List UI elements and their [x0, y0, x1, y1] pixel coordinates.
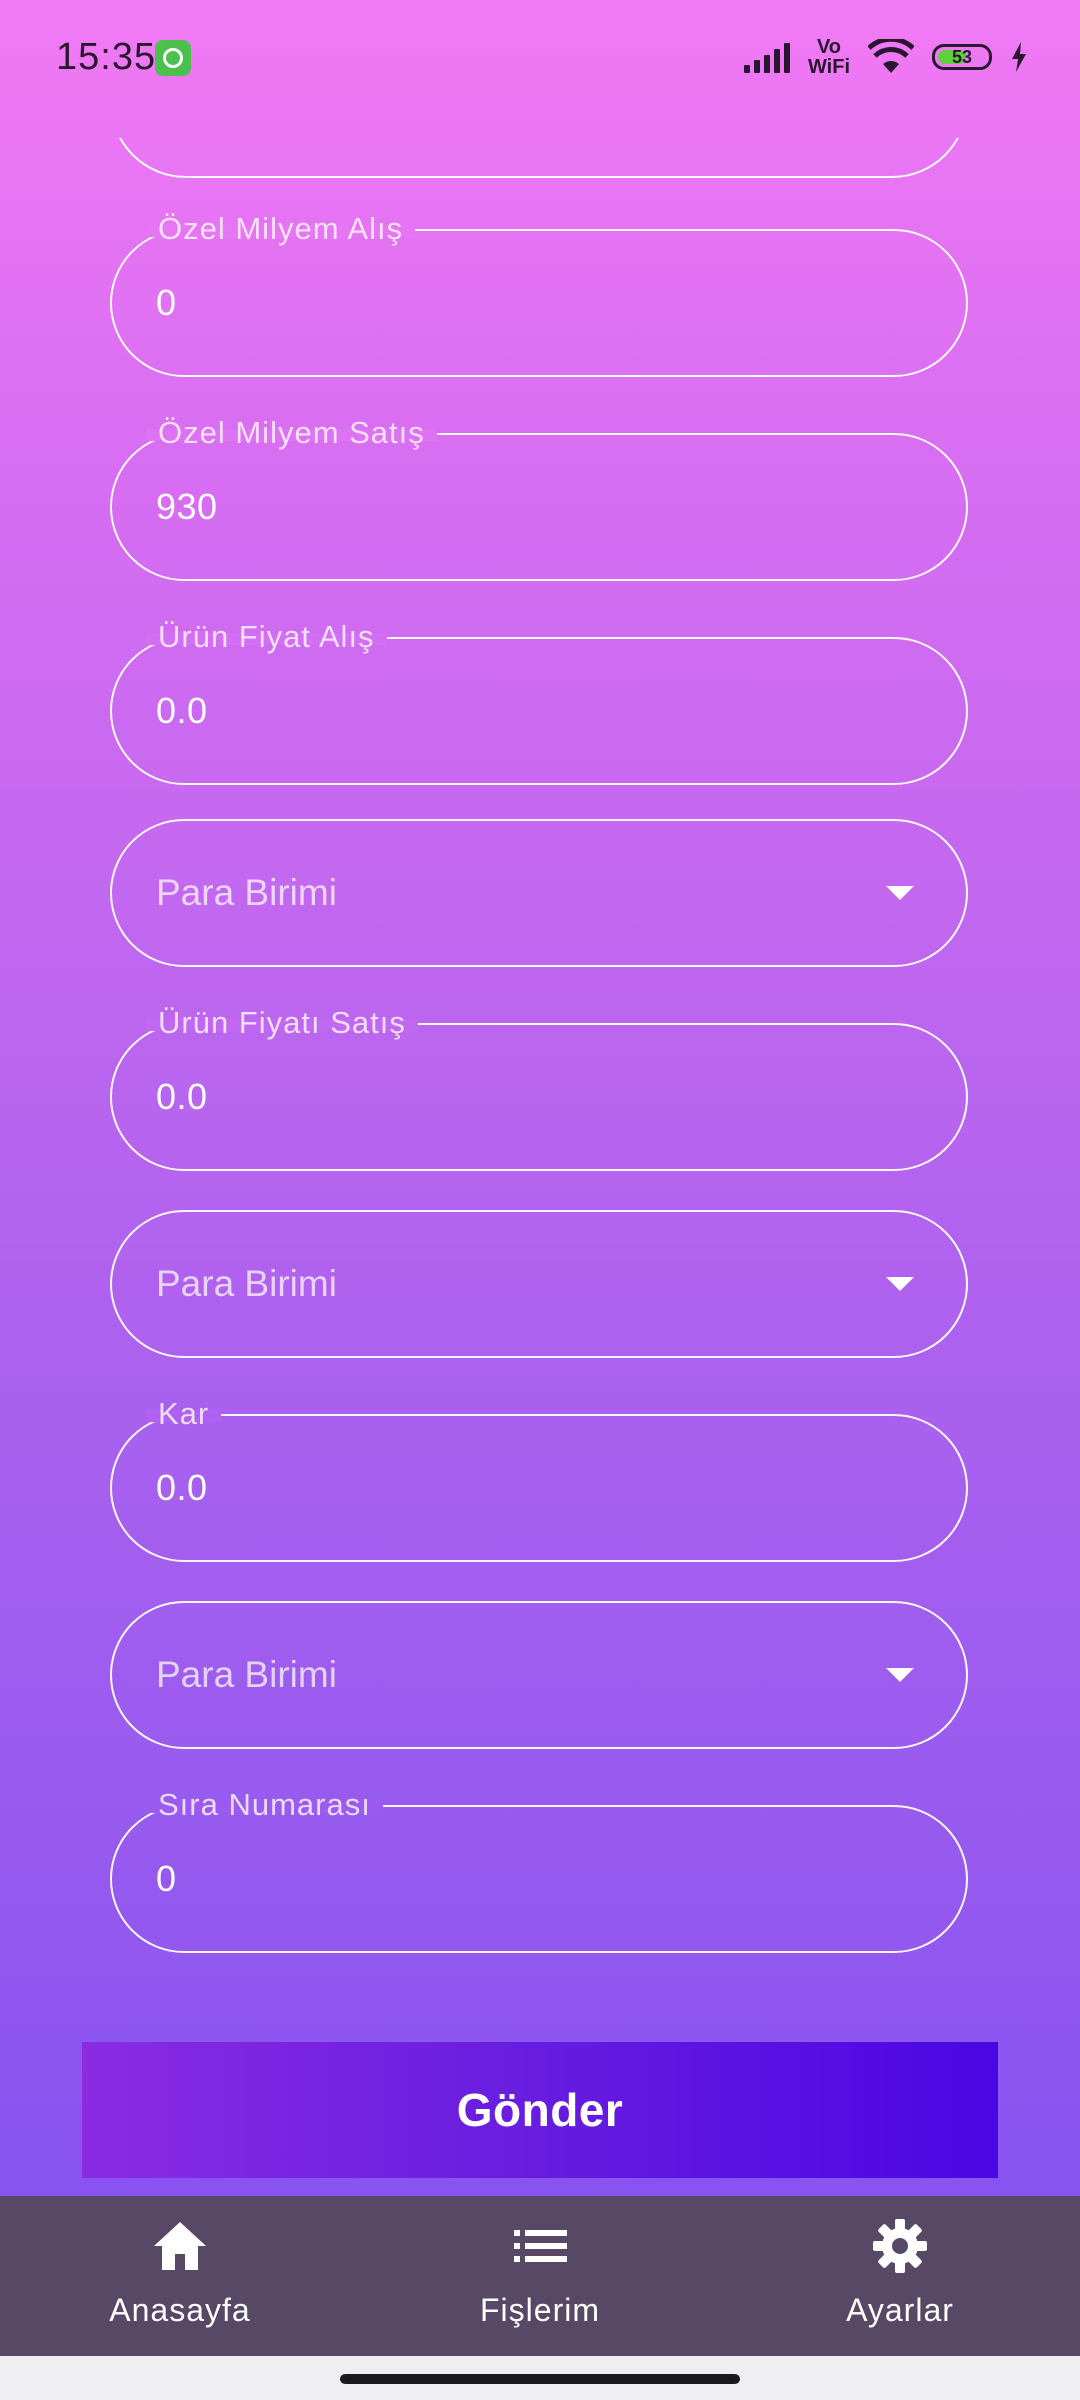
list-icon	[514, 2230, 567, 2262]
dropdown-placeholder: Para Birimi	[156, 1654, 337, 1695]
field-value[interactable]: 0	[156, 1858, 177, 1900]
field-label: Ürün Fiyat Alış	[158, 619, 375, 654]
nav-item-receipts[interactable]: Fişlerim	[410, 2196, 670, 2356]
ozel-milyem-satis-field[interactable]: Özel Milyem Satış 930	[110, 415, 968, 581]
dropdown-arrow-icon	[886, 886, 914, 900]
field-label: Özel Milyem Alış	[158, 211, 404, 246]
field-label: Özel Milyem Satış	[158, 415, 425, 450]
app-notification-icon	[155, 40, 191, 76]
system-gesture-area	[0, 2356, 1080, 2400]
field-value[interactable]: 0	[156, 282, 177, 324]
dropdown-placeholder: Para Birimi	[156, 872, 337, 913]
dropdown-placeholder: Para Birimi	[156, 1263, 337, 1304]
field-value[interactable]: 0.0	[156, 690, 208, 732]
para-birimi-dropdown-satis[interactable]: Para Birimi	[110, 1210, 968, 1358]
field-label: Kar	[158, 1396, 210, 1431]
para-birimi-dropdown-alis[interactable]: Para Birimi	[110, 819, 968, 967]
dropdown-arrow-icon	[886, 1277, 914, 1291]
bottom-navigation: Anasayfa Fişlerim Ayarlar	[0, 2196, 1080, 2356]
field-value[interactable]: 0.0	[156, 1076, 208, 1118]
urun-fiyati-satis-field[interactable]: Ürün Fiyatı Satış 0.0	[110, 1005, 968, 1171]
dropdown-arrow-icon	[886, 1668, 914, 1682]
vowifi-top-text: Vo	[816, 36, 842, 58]
gesture-handle[interactable]	[340, 2374, 740, 2384]
field-value[interactable]: 930	[156, 486, 218, 528]
gear-icon	[873, 2219, 927, 2273]
home-icon	[154, 2222, 206, 2270]
nav-label: Anasayfa	[109, 2292, 251, 2328]
nav-item-settings[interactable]: Ayarlar	[770, 2196, 1030, 2356]
field-label: Sıra Numarası	[158, 1787, 371, 1822]
status-time: 15:35	[56, 36, 157, 78]
status-icons: Vo WiFi 53	[743, 34, 1028, 80]
field-value[interactable]: 0.0	[156, 1467, 208, 1509]
battery-level: 53	[951, 46, 973, 67]
vowifi-icon: Vo WiFi	[808, 37, 850, 77]
wifi-icon	[868, 39, 914, 73]
field-label: Ürün Fiyatı Satış	[158, 1005, 406, 1040]
kar-field[interactable]: Kar 0.0	[110, 1396, 968, 1562]
charging-icon	[1012, 42, 1026, 72]
battery-icon: 53	[932, 44, 992, 70]
nav-label: Fişlerim	[480, 2292, 600, 2328]
status-bar: 15:35 Vo WiFi 53	[0, 0, 1080, 110]
signal-icon	[743, 41, 790, 73]
urun-fiyat-alis-field[interactable]: Ürün Fiyat Alış 0.0	[110, 619, 968, 785]
para-birimi-dropdown-kar[interactable]: Para Birimi	[110, 1601, 968, 1749]
nav-item-home[interactable]: Anasayfa	[50, 2196, 310, 2356]
ozel-milyem-alis-field[interactable]: Özel Milyem Alış 0	[110, 211, 968, 377]
sira-numarasi-field[interactable]: Sıra Numarası 0	[110, 1787, 968, 1953]
vowifi-bottom-text: WiFi	[807, 56, 850, 78]
submit-button[interactable]: Gönder	[82, 2042, 998, 2178]
nav-label: Ayarlar	[846, 2292, 954, 2328]
